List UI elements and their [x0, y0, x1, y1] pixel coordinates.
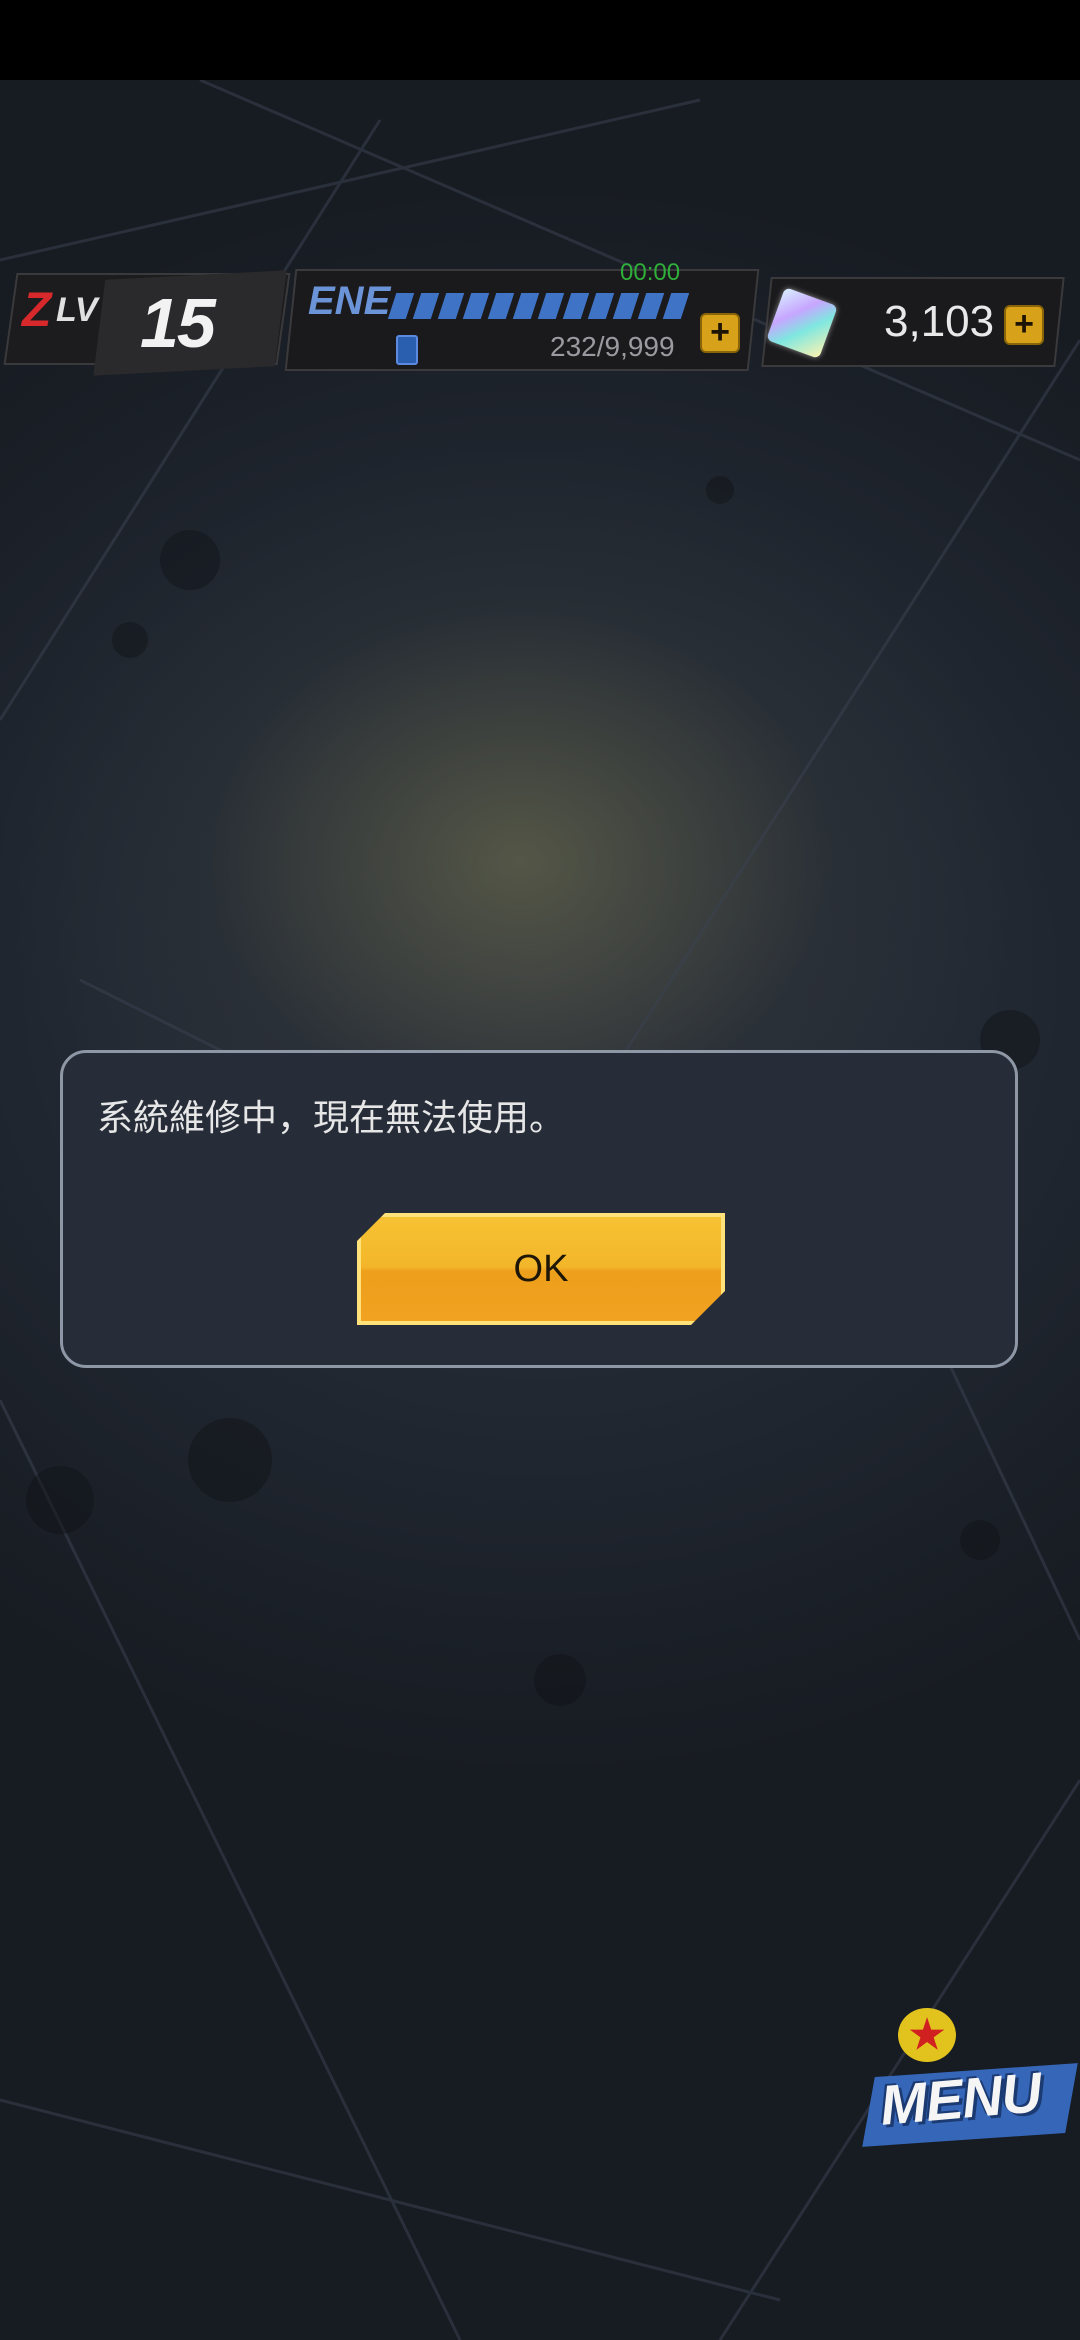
level-value: 15: [140, 284, 216, 362]
energy-bottle-icon: [396, 335, 418, 365]
dialog-message: 系統維修中，現在無法使用。: [97, 1098, 566, 1139]
gem-plus-button[interactable]: +: [1004, 305, 1044, 345]
energy-value: 232/9,999: [550, 331, 675, 362]
ok-button[interactable]: OK: [357, 1213, 725, 1325]
star-icon: ★: [898, 2008, 956, 2062]
level-prefix: Z: [22, 284, 52, 337]
energy-label: ENE: [308, 279, 391, 323]
menu-button[interactable]: ★ MENU: [862, 2000, 1078, 2150]
top-hud: Z LV 15 ENE 00:00 232/9,999 + 3,103 +: [0, 255, 1080, 385]
level-label: LV: [56, 291, 98, 329]
maintenance-dialog: 系統維修中，現在無法使用。 OK: [60, 1050, 1018, 1368]
energy-bar: [387, 293, 696, 319]
energy-timer: 00:00: [620, 259, 681, 286]
energy-plus-button[interactable]: +: [700, 313, 740, 353]
status-bar: [0, 0, 1080, 80]
gem-value: 3,103: [884, 297, 995, 346]
